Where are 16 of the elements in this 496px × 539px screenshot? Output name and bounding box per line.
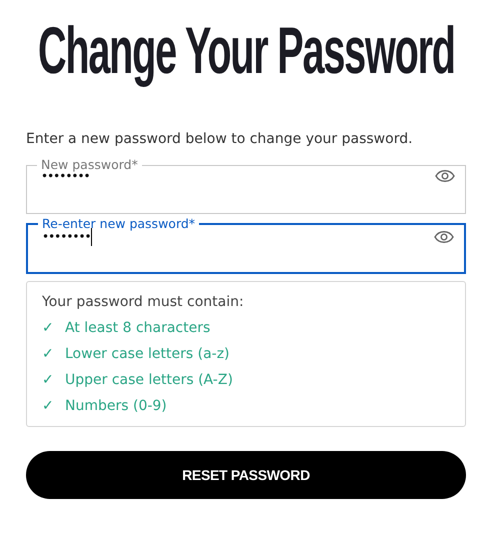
eye-icon[interactable]: [435, 169, 455, 183]
check-mark: ✓: [42, 371, 55, 390]
requirement-text: Numbers (0-9): [65, 397, 167, 416]
requirements-heading: Your password must contain:: [42, 293, 245, 312]
requirement-text: Lower case letters (a-z): [65, 345, 230, 364]
eye-icon[interactable]: [434, 230, 454, 244]
check-mark: ✓: [42, 345, 55, 364]
check-mark: ✓: [42, 319, 55, 338]
check-mark: ✓: [42, 397, 55, 416]
requirement-text: Upper case letters (A-Z): [65, 371, 233, 390]
intro-text: Enter a new password below to change your password.: [26, 130, 414, 148]
reset-password-button[interactable]: RESET PASSWORD: [26, 451, 466, 499]
page-title: Change Your Password: [38, 12, 454, 89]
requirement-text: At least 8 characters: [65, 319, 210, 338]
password-field[interactable]: New password* ••••••••: [26, 157, 466, 214]
password-field[interactable]: Re-enter new password* ••••••••: [26, 216, 466, 274]
